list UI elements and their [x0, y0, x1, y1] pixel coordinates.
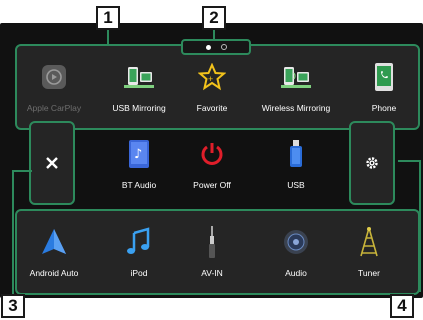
android-auto-icon	[37, 225, 71, 259]
tile-usb-mirroring[interactable]: USB Mirroring	[97, 48, 181, 130]
home-screen: Apple CarPlay USB Mirroring + Favorite W…	[0, 23, 423, 298]
svg-text:+: +	[208, 74, 213, 84]
tile-apple-carplay[interactable]: Apple CarPlay	[12, 48, 96, 130]
tile-label: Audio	[285, 268, 307, 278]
close-icon	[46, 157, 58, 169]
tile-label: Android Auto	[29, 268, 79, 278]
ipod-music-icon	[122, 225, 156, 259]
tile-usb[interactable]: USB	[254, 125, 338, 207]
callout-1-leader	[107, 28, 109, 44]
callout-4: 4	[390, 294, 414, 318]
callout-3-leader-h	[12, 170, 32, 172]
tile-label: iPod	[130, 268, 148, 278]
tile-label: BT Audio	[121, 180, 157, 190]
usb-mirroring-icon	[122, 60, 156, 94]
audio-speaker-icon	[279, 225, 313, 259]
tile-android-auto[interactable]: Android Auto	[12, 213, 96, 295]
close-button[interactable]	[29, 121, 75, 205]
usb-drive-icon	[279, 137, 313, 171]
callout-3-leader	[12, 170, 14, 294]
tile-label: Favorite	[196, 103, 228, 113]
apple-carplay-icon	[37, 60, 71, 94]
tile-label: Tuner	[358, 268, 380, 278]
wireless-mirroring-icon	[279, 60, 313, 94]
gear-icon	[366, 157, 378, 169]
av-in-icon	[195, 225, 229, 259]
phone-icon	[367, 60, 401, 94]
tile-label: Wireless Mirroring	[261, 103, 331, 113]
tile-audio[interactable]: Audio	[254, 213, 338, 295]
tile-av-in[interactable]: AV-IN	[170, 213, 254, 295]
tile-bt-audio[interactable]: ♪ BT Audio	[97, 125, 181, 207]
tile-label: USB Mirroring	[112, 103, 166, 113]
svg-text:♪: ♪	[134, 147, 142, 162]
tile-tuner[interactable]: Tuner	[327, 213, 411, 295]
tile-wireless-mirroring[interactable]: Wireless Mirroring	[254, 48, 338, 130]
callout-4-leader-h	[398, 160, 420, 162]
callout-3: 3	[1, 294, 25, 318]
tile-label: Apple CarPlay	[26, 103, 82, 113]
tile-label: USB	[287, 180, 305, 190]
tile-ipod[interactable]: iPod	[97, 213, 181, 295]
tile-label: AV-IN	[201, 268, 223, 278]
callout-4-leader	[419, 160, 421, 292]
favorite-star-icon: +	[195, 60, 229, 94]
tile-label: Power Off	[193, 180, 231, 190]
tile-phone[interactable]: Phone	[342, 48, 423, 130]
tile-favorite[interactable]: + Favorite	[170, 48, 254, 130]
tile-power-off[interactable]: Power Off	[170, 125, 254, 207]
tuner-tower-icon	[352, 225, 386, 259]
callout-1: 1	[96, 6, 120, 30]
tile-label: Phone	[371, 103, 397, 113]
settings-button[interactable]	[349, 121, 395, 205]
bt-audio-icon: ♪	[122, 137, 156, 171]
power-icon	[195, 137, 229, 171]
callout-2: 2	[202, 6, 226, 30]
